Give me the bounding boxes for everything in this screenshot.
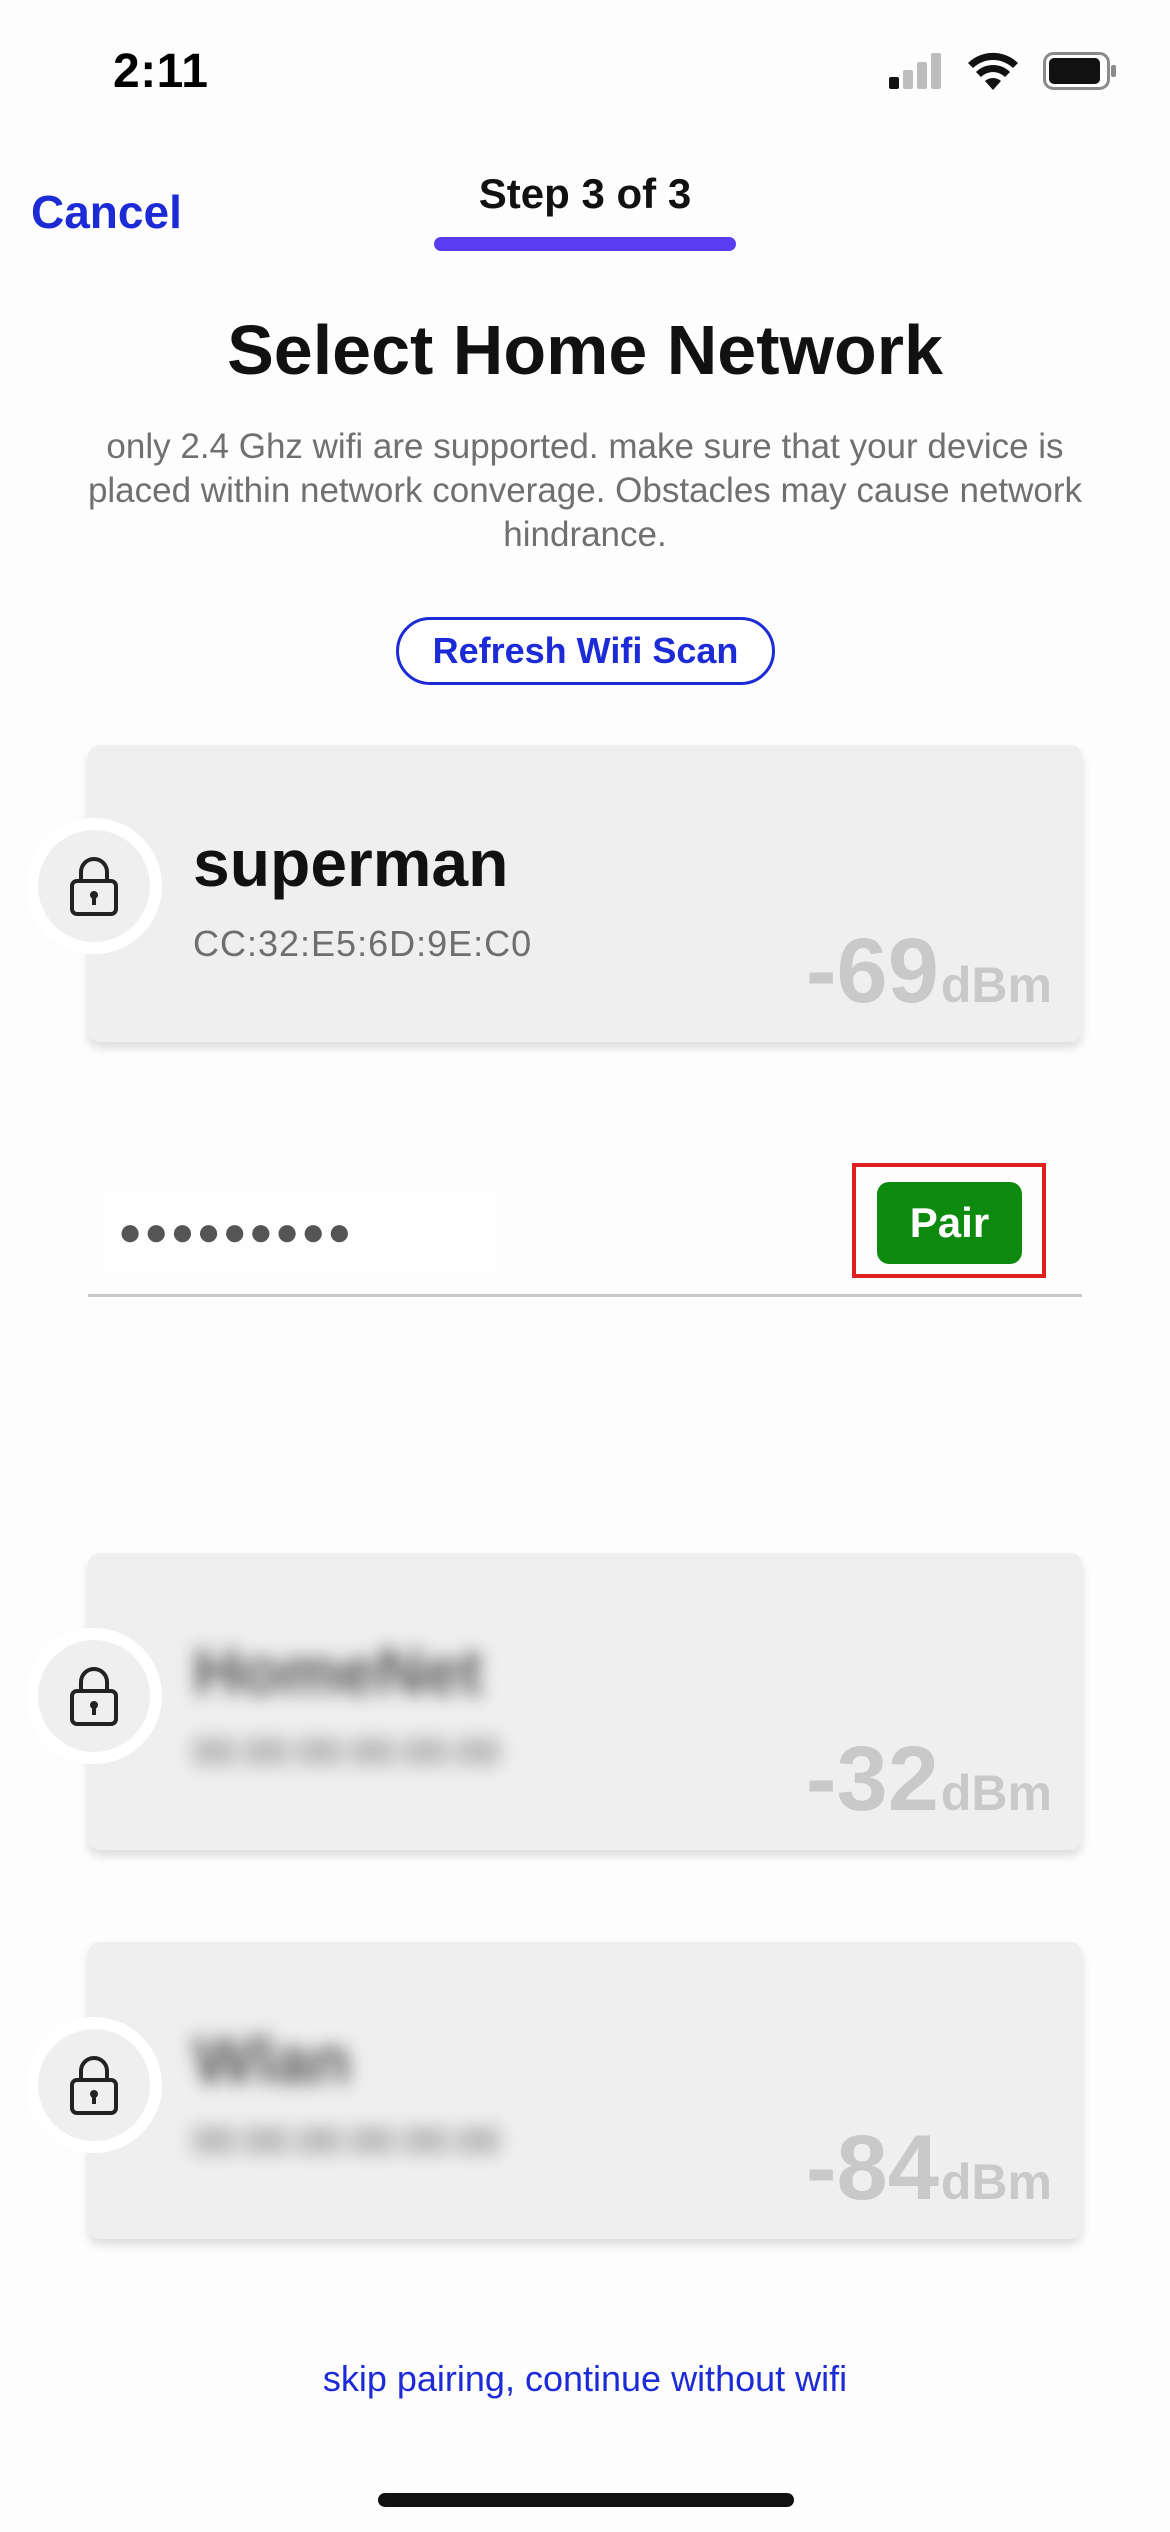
page-title: Select Home Network xyxy=(227,311,943,389)
network-card-2[interactable]: HomeNet 00:00:00:00:00:00 -32 dBm xyxy=(88,1553,1082,1850)
network-mac: 00:00:00:00:00:00 xyxy=(193,2120,501,2161)
signal-unit: dBm xyxy=(940,957,1052,1013)
signal-value: -69 xyxy=(805,920,939,1022)
wifi-password-value: ●●●●●●●●● xyxy=(118,1210,354,1254)
network-signal: -69 dBm xyxy=(806,919,1052,1024)
network-card-3[interactable]: Wlan 00:00:00:00:00:00 -84 dBm xyxy=(88,1942,1082,2239)
network-name: Wlan xyxy=(193,2023,351,2097)
signal-unit: dBm xyxy=(940,1765,1052,1821)
refresh-wifi-scan-button[interactable]: Refresh Wifi Scan xyxy=(396,617,775,685)
skip-pairing-link[interactable]: skip pairing, continue without wifi xyxy=(0,2358,1170,2400)
network-signal: -32 dBm xyxy=(806,1727,1052,1832)
network-card-superman[interactable]: superman CC:32:E5:6D:9E:C0 -69 dBm xyxy=(88,745,1082,1042)
step-indicator-label: Step 3 of 3 xyxy=(478,170,692,217)
network-mac: 00:00:00:00:00:00 xyxy=(193,1731,501,1772)
status-time: 2:11 xyxy=(113,45,209,98)
lock-icon xyxy=(26,818,162,954)
battery-icon xyxy=(1043,52,1116,90)
lock-icon xyxy=(26,2017,162,2153)
screen: 2:11 Cancel Step 3 of 3 Select Home Netw… xyxy=(0,0,1170,2532)
network-signal: -84 dBm xyxy=(806,2116,1052,2221)
pair-button[interactable]: Pair xyxy=(877,1182,1022,1264)
status-icons xyxy=(889,52,1117,90)
signal-value: -84 xyxy=(805,2117,939,2219)
network-mac: CC:32:E5:6D:9E:C0 xyxy=(193,923,533,964)
network-name: HomeNet xyxy=(193,1634,483,1708)
lock-icon xyxy=(26,1628,162,1764)
signal-unit: dBm xyxy=(940,2154,1052,2210)
wifi-icon xyxy=(968,52,1018,90)
signal-value: -32 xyxy=(805,1728,939,1830)
cellular-signal-icon xyxy=(889,53,941,89)
page-description: only 2.4 Ghz wifi are supported. make su… xyxy=(87,427,1083,554)
network-name: superman xyxy=(193,826,509,900)
password-underline xyxy=(88,1294,1082,1297)
step-progress-bar xyxy=(434,237,736,251)
home-indicator[interactable] xyxy=(378,2493,794,2507)
